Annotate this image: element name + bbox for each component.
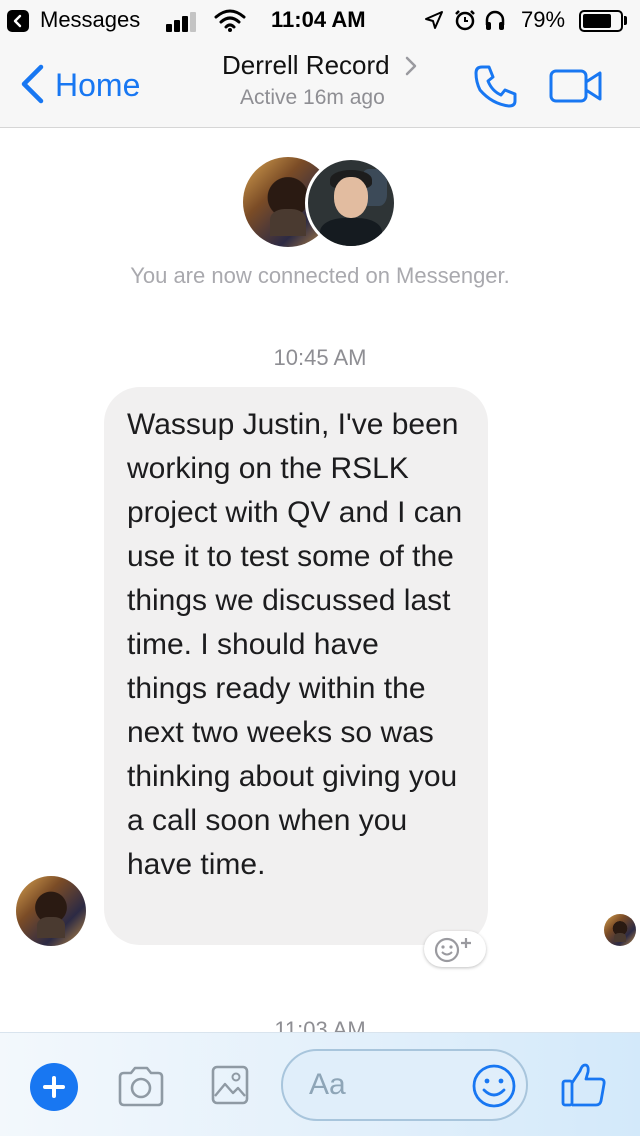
message-timestamp: 11:03 AM — [274, 1017, 366, 1032]
more-actions-button[interactable] — [30, 1063, 78, 1111]
camera-icon[interactable] — [116, 1065, 166, 1109]
thumbs-up-icon[interactable] — [560, 1061, 608, 1109]
alarm-icon — [455, 10, 475, 31]
back-app-label[interactable]: Messages — [40, 7, 140, 33]
message-thread[interactable]: You are now connected on Messenger. 10:4… — [0, 129, 640, 1032]
headphones-icon — [485, 10, 505, 30]
read-receipt-avatar — [604, 914, 636, 946]
battery-fill — [583, 14, 611, 28]
back-label: Home — [55, 67, 141, 103]
smiley-icon[interactable] — [471, 1063, 517, 1109]
add-reaction-icon — [434, 937, 471, 963]
conversation-header: Home Derrell Record Active 16m ago — [0, 40, 640, 128]
contact-info-button[interactable]: Derrell Record Active 16m ago — [200, 48, 440, 120]
clock: 11:04 AM — [271, 7, 366, 32]
message-text: Wassup Justin, I've been working on the … — [127, 408, 463, 881]
connected-notice: You are now connected on Messenger. — [130, 263, 510, 288]
cellular-signal-icon — [166, 10, 202, 32]
message-input[interactable] — [309, 1063, 459, 1107]
location-arrow-icon — [425, 11, 443, 29]
active-status: Active 16m ago — [240, 86, 385, 109]
sender-avatar[interactable] — [16, 876, 86, 946]
battery-percent: 79% — [521, 7, 566, 32]
contact-name: Derrell Record — [222, 50, 390, 80]
wifi-icon — [214, 9, 246, 32]
home-back-button[interactable]: Home — [12, 62, 152, 106]
message-composer — [0, 1032, 640, 1136]
status-bar: Messages 11:04 AM 79% — [0, 0, 640, 40]
user-avatar-large — [305, 157, 397, 249]
message-timestamp: 10:45 AM — [273, 345, 367, 370]
battery-tip — [624, 16, 627, 25]
chevron-left-icon — [21, 64, 44, 104]
plus-icon — [43, 1076, 65, 1098]
image-icon[interactable] — [210, 1064, 250, 1106]
battery-icon — [579, 10, 623, 32]
add-reaction-button[interactable] — [424, 931, 486, 967]
chevron-right-icon — [405, 56, 417, 76]
video-camera-icon[interactable] — [548, 66, 604, 106]
phone-icon[interactable] — [472, 62, 520, 110]
back-to-app-icon[interactable] — [7, 10, 29, 32]
message-input-field[interactable] — [281, 1049, 528, 1121]
received-message-bubble[interactable]: Wassup Justin, I've been working on the … — [104, 387, 488, 945]
